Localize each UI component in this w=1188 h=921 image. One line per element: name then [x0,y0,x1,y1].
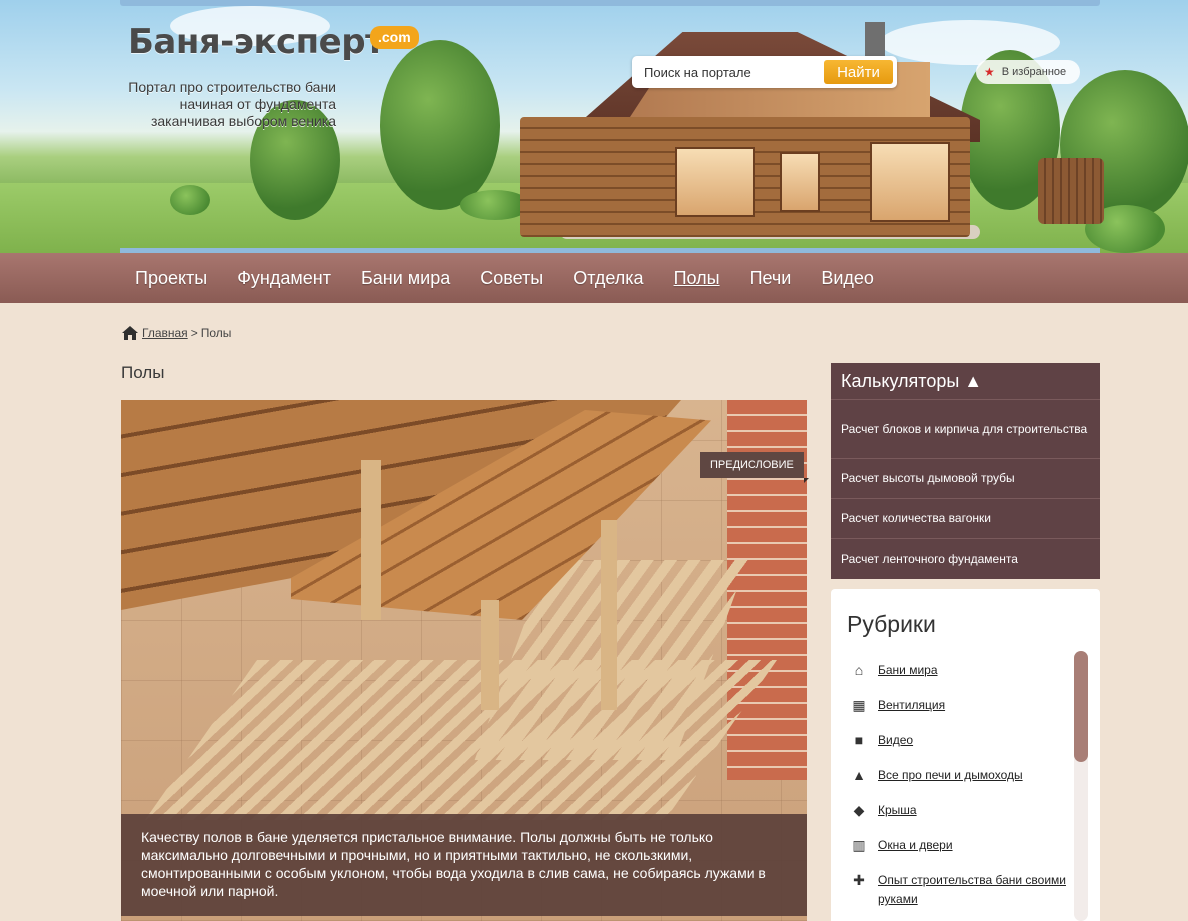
rubric-link[interactable]: Опыт строительства бани своими руками [878,871,1073,909]
rubrics-scrollbar[interactable] [1074,651,1088,921]
rubric-item[interactable]: ⌂ Бани мира [848,661,1073,680]
rubric-item[interactable]: ■ Видео [848,731,1073,750]
calculator-link[interactable]: Расчет ленточного фундамента [831,539,1100,579]
calculator-link[interactable]: Расчет блоков и кирпича для строительств… [831,400,1100,459]
video-camera-icon: ■ [854,732,864,748]
window [675,147,755,217]
breadcrumb-separator: > [190,326,198,340]
nav-item-floors[interactable]: Полы [659,268,735,289]
logo-com-badge: .com [370,26,419,49]
nav-item-finishing[interactable]: Отделка [558,268,658,289]
rubric-item[interactable]: ✚ Опыт строительства бани своими руками [848,871,1073,909]
rubric-item[interactable]: ▦ Вентиляция [848,696,1073,715]
rubric-link[interactable]: Бани мира [878,661,938,680]
logo-name: Баня-эксперт [128,22,385,62]
rubric-link[interactable]: Все про печи и дымоходы [878,766,1023,785]
main-nav: Проекты Фундамент Бани мира Советы Отдел… [0,253,1188,303]
rubrics-title: Рубрики [847,611,936,637]
preface-badge[interactable]: ПРЕДИСЛОВИЕ [700,452,809,483]
rubrics-panel: Рубрики ⌂ Бани мира ▦ Вентиляция ■ Видео… [831,589,1100,921]
scrollbar-thumb[interactable] [1074,651,1088,762]
rubric-link[interactable]: Окна и двери [878,836,953,855]
site-tagline: Портал про строительство бани начиная от… [110,79,336,130]
breadcrumb-home-link[interactable]: Главная [142,326,188,340]
site-header: Баня-эксперт .com Портал про строительст… [0,0,1188,253]
hot-tub [1038,158,1104,224]
bench-leg [601,520,617,710]
rubric-link[interactable]: Вентиляция [878,696,945,715]
calculator-link[interactable]: Расчет высоты дымовой трубы [831,459,1100,499]
article-caption: Качеству полов в бане уделяется присталь… [121,814,807,916]
fan-icon: ▦ [852,697,866,713]
search-button[interactable]: Найти [824,60,893,84]
rubric-link[interactable]: Видео [878,731,913,750]
rubric-item[interactable]: ▥ Окна и двери [848,836,1073,855]
window [870,142,950,222]
favorites-label: В избранное [1001,66,1067,78]
search-input[interactable] [638,62,818,82]
nav-item-stoves[interactable]: Печи [735,268,807,289]
tagline-line: заканчивая выбором веника [150,113,336,129]
nav-item-projects[interactable]: Проекты [120,268,222,289]
star-icon: ★ [984,65,995,79]
tools-icon: ✚ [853,872,865,888]
page-title: Полы [121,363,165,382]
calculators-title[interactable]: Калькуляторы ▲ [831,363,1100,400]
calculators-panel: Калькуляторы ▲ Расчет блоков и кирпича д… [831,363,1100,579]
breadcrumb: Главная > Полы [121,325,231,341]
nav-item-video[interactable]: Видео [806,268,889,289]
bench-leg [361,460,381,620]
rubric-item[interactable]: ▲ Все про печи и дымоходы [848,766,1073,785]
site-logo[interactable]: Баня-эксперт .com [128,22,419,62]
tagline-line: Портал про строительство бани [128,79,336,95]
header-top-bar [120,0,1100,6]
roof-icon: ◆ [853,802,865,818]
window-door-icon: ▥ [852,837,866,853]
tagline-line: начиная от фундамента [179,96,336,112]
nav-item-world-saunas[interactable]: Бани мира [346,268,465,289]
flame-icon: ▲ [852,767,866,783]
bench-leg [481,600,499,710]
home-icon[interactable] [121,325,139,341]
rubric-link[interactable]: Крыша [878,801,917,820]
search-box: Найти [632,56,897,88]
door [780,152,820,212]
rubric-item[interactable]: ◆ Крыша [848,801,1073,820]
breadcrumb-current: Полы [200,326,232,340]
add-to-favorites-button[interactable]: ★ В избранное [976,60,1080,84]
bush [170,185,210,215]
calculator-link[interactable]: Расчет количества вагонки [831,499,1100,539]
house-icon: ⌂ [854,662,864,678]
nav-item-foundation[interactable]: Фундамент [222,268,346,289]
nav-item-tips[interactable]: Советы [465,268,558,289]
